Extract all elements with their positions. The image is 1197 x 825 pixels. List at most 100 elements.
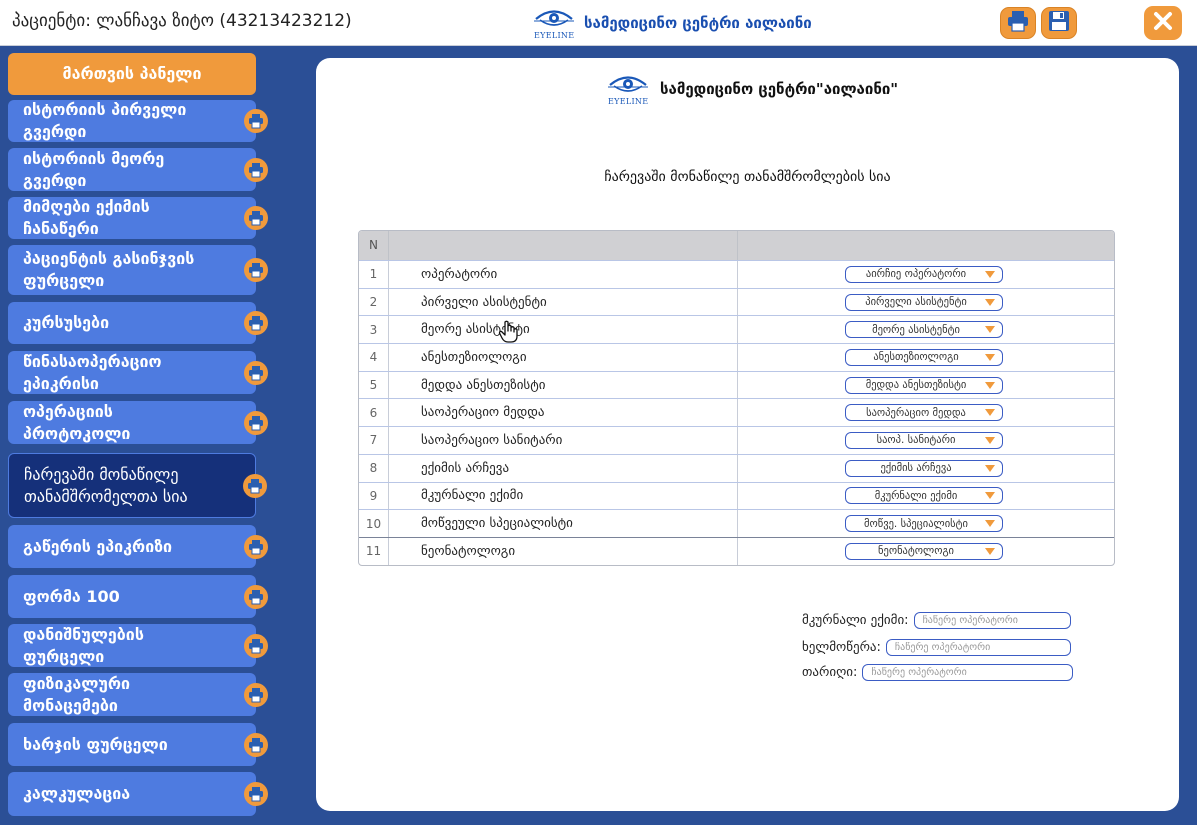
- staff-select[interactable]: მოწვე. სპეციალისტი: [845, 515, 1003, 533]
- staff-select-value: საოპ. სანიტარი: [876, 434, 956, 447]
- table-row: 11 ნეონატოლოგი ნეონატოლოგი: [359, 536, 1114, 565]
- row-number: 4: [359, 344, 389, 371]
- sidebar-item-courses[interactable]: კურსუსები: [8, 302, 268, 344]
- patient-label: პაციენტი: ლანჩავა ზიტო (43213423212): [12, 11, 352, 31]
- row-number: 5: [359, 371, 389, 399]
- row-number: 6: [359, 399, 389, 427]
- printer-icon[interactable]: [244, 584, 268, 609]
- staff-select[interactable]: აირჩიე ოპერატორი: [845, 265, 1003, 283]
- printer-icon[interactable]: [244, 534, 268, 559]
- sidebar-item-physical-data[interactable]: ფიზიკალური მონაცემები: [8, 673, 268, 716]
- staff-table: N 1 ოპერატორი აირჩიე ოპერატორი 2 პირველი…: [358, 230, 1115, 566]
- sidebar-item-label: კურსუსები: [23, 313, 110, 332]
- doctor-input[interactable]: [913, 612, 1071, 629]
- row-role: ნეონატოლოგი: [389, 537, 738, 565]
- floppy-disk-icon: [1047, 10, 1071, 36]
- printer-icon[interactable]: [244, 732, 268, 757]
- row-number: 7: [359, 427, 389, 454]
- dropdown-arrow-icon: [985, 270, 995, 278]
- sidebar-item-history-page-2[interactable]: ისტორიის მეორე გვერდი: [8, 148, 268, 191]
- printer-icon[interactable]: [244, 157, 268, 182]
- document-card: EYELINE სამედიცინო ცენტრი"აილაინი" ჩარევ…: [316, 58, 1179, 811]
- sidebar-item-control-panel[interactable]: მართვის პანელი: [8, 53, 256, 95]
- logo-text: EYELINE: [608, 97, 649, 106]
- dropdown-arrow-icon: [985, 492, 995, 500]
- staff-select-value: საოპერაციო მედდა: [866, 406, 966, 419]
- staff-select[interactable]: მეორე ასისტენტი: [845, 321, 1003, 339]
- table-header: N: [359, 231, 1114, 260]
- close-button[interactable]: [1144, 6, 1182, 40]
- header-brand: EYELINE სამედიცინო ცენტრი აილაინი: [532, 6, 812, 40]
- staff-select-value: მედდა ანესთეზისტი: [865, 379, 967, 392]
- document-center-name: სამედიცინო ცენტრი"აილაინი": [660, 80, 899, 98]
- sidebar-item-label: წინასაოპერაციო ეპიკრისი: [23, 351, 162, 393]
- sidebar-item-discharge-epicrisis[interactable]: გაწერის ეპიკრიზი: [8, 525, 268, 568]
- row-number: 2: [359, 288, 389, 316]
- sidebar: მართვის პანელი ისტორიის პირველი გვერდი ი…: [0, 46, 268, 825]
- sidebar-item-expense-sheet[interactable]: ხარჯის ფურცელი: [8, 723, 268, 766]
- sidebar-item-form-100[interactable]: ფორმა 100: [8, 575, 268, 618]
- staff-select[interactable]: მკურნალი ექიმი: [845, 487, 1003, 505]
- row-role: პირველი ასისტენტი: [389, 288, 738, 316]
- staff-select[interactable]: ანესთეზიოლოგი: [845, 348, 1003, 366]
- sidebar-item-examination-sheet[interactable]: პაციენტის გასინჯვის ფურცელი: [8, 245, 268, 295]
- table-row: 9 მკურნალი ექიმი მკურნალი ექიმი: [359, 481, 1114, 510]
- sidebar-item-label: დანიშნულების ფურცელი: [23, 624, 144, 666]
- sidebar-item-label: ხარჯის ფურცელი: [23, 734, 168, 754]
- table-row: 5 მედდა ანესთეზისტი მედდა ანესთეზისტი: [359, 370, 1114, 399]
- sidebar-item-label: მართვის პანელი: [62, 64, 202, 83]
- print-button[interactable]: [1000, 7, 1036, 39]
- table-row: 2 პირველი ასისტენტი პირველი ასისტენტი: [359, 287, 1114, 316]
- row-number: 1: [359, 261, 389, 288]
- staff-select[interactable]: მედდა ანესთეზისტი: [845, 376, 1003, 394]
- sidebar-item-calculation[interactable]: კალკულაცია: [8, 772, 268, 816]
- printer-icon[interactable]: [244, 206, 268, 230]
- table-row: 8 ექიმის არჩევა ექიმის არჩევა: [359, 453, 1114, 482]
- signature-input[interactable]: [885, 639, 1071, 656]
- sidebar-item-staff-list[interactable]: ჩარევაში მონაწილე თანამშრომელთა სია: [8, 453, 267, 518]
- sidebar-item-history-page-1[interactable]: ისტორიის პირველი გვერდი: [8, 100, 268, 142]
- printer-icon[interactable]: [244, 633, 268, 658]
- signature-label: ხელმოწერა:: [802, 640, 881, 655]
- center-name: სამედიცინო ცენტრი აილაინი: [584, 14, 812, 32]
- sidebar-item-label: ისტორიის პირველი გვერდი: [23, 100, 187, 141]
- column-header-staff: [738, 231, 1114, 260]
- printer-icon[interactable]: [244, 109, 268, 133]
- staff-select[interactable]: საოპერაციო მედდა: [845, 404, 1003, 422]
- sidebar-item-preop-epicrisis[interactable]: წინასაოპერაციო ეპიკრისი: [8, 351, 268, 394]
- sidebar-item-label: ფორმა 100: [23, 586, 120, 606]
- dropdown-arrow-icon: [985, 464, 995, 472]
- row-role: მედდა ანესთეზისტი: [389, 371, 738, 399]
- sidebar-item-label: კალკულაცია: [23, 784, 131, 803]
- staff-select[interactable]: პირველი ასისტენტი: [845, 293, 1003, 311]
- sidebar-item-label: პაციენტის გასინჯვის ფურცელი: [23, 249, 195, 290]
- printer-icon[interactable]: [244, 782, 268, 806]
- save-button[interactable]: [1041, 7, 1077, 39]
- row-role: ოპერატორი: [389, 261, 738, 288]
- printer-icon[interactable]: [244, 682, 268, 707]
- sidebar-item-doctor-record[interactable]: მიმღები ექიმის ჩანაწერი: [8, 197, 268, 239]
- sidebar-item-operation-protocol[interactable]: ოპერაციის პროტოკოლი: [8, 401, 268, 444]
- printer-icon[interactable]: [244, 258, 268, 282]
- doctor-signature-row: მკურნალი ექიმი:: [802, 612, 1071, 629]
- staff-select[interactable]: ნეონატოლოგი: [845, 542, 1003, 560]
- staff-select[interactable]: ექიმის არჩევა: [845, 459, 1003, 477]
- dropdown-arrow-icon: [985, 409, 995, 417]
- printer-icon[interactable]: [244, 360, 268, 385]
- staff-select[interactable]: საოპ. სანიტარი: [845, 431, 1003, 449]
- printer-icon: [1006, 10, 1030, 36]
- logo-text: EYELINE: [534, 31, 575, 40]
- dropdown-arrow-icon: [985, 436, 995, 444]
- printer-icon[interactable]: [243, 473, 267, 498]
- printer-icon[interactable]: [244, 311, 268, 335]
- printer-icon[interactable]: [244, 410, 268, 435]
- row-role: მკურნალი ექიმი: [389, 482, 738, 510]
- row-number: 10: [359, 510, 389, 537]
- date-input[interactable]: [862, 664, 1074, 681]
- dropdown-arrow-icon: [985, 298, 995, 306]
- staff-select-value: ნეონატოლოგი: [878, 545, 954, 558]
- sidebar-item-label: ოპერაციის პროტოკოლი: [23, 401, 131, 443]
- table-row: 1 ოპერატორი აირჩიე ოპერატორი: [359, 260, 1114, 288]
- row-role: ანესთეზიოლოგი: [389, 344, 738, 371]
- sidebar-item-prescription-sheet[interactable]: დანიშნულების ფურცელი: [8, 624, 268, 667]
